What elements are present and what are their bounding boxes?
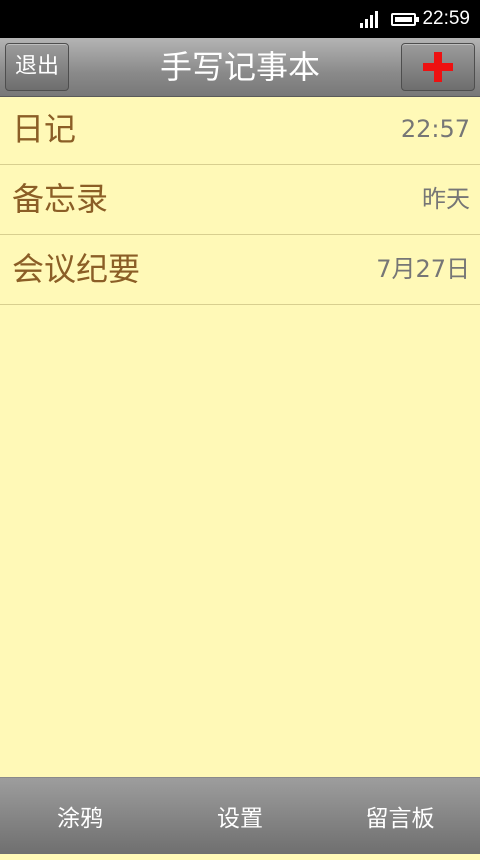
tab-graffiti[interactable]: 涂鸦 <box>0 778 160 854</box>
list-item[interactable]: 会议纪要 7月27日 <box>0 235 480 305</box>
note-time: 昨天 <box>422 185 470 213</box>
exit-button[interactable]: 退出 <box>5 43 69 91</box>
page-title: 手写记事本 <box>159 48 320 86</box>
note-title: 会议纪要 <box>12 250 141 288</box>
note-time: 7月27日 <box>376 255 470 283</box>
status-time: 22:59 <box>422 8 470 29</box>
signal-icon <box>360 10 382 28</box>
list-item[interactable]: 备忘录 昨天 <box>0 165 480 235</box>
note-title: 日记 <box>12 110 77 148</box>
status-bar: 22:59 <box>0 0 480 38</box>
note-list: 日记 22:57 备忘录 昨天 会议纪要 7月27日 <box>0 95 480 305</box>
title-bar: 退出 手写记事本 <box>0 38 480 97</box>
plus-icon <box>423 52 453 82</box>
battery-icon <box>391 12 420 26</box>
bottom-bar: 涂鸦 设置 留言板 <box>0 777 480 854</box>
list-item[interactable]: 日记 22:57 <box>0 95 480 165</box>
tab-settings[interactable]: 设置 <box>160 778 320 854</box>
note-time: 22:57 <box>400 115 470 143</box>
tab-message-board[interactable]: 留言板 <box>320 778 480 854</box>
add-note-button[interactable] <box>401 43 475 91</box>
note-title: 备忘录 <box>12 180 109 218</box>
status-icons: 22:59 <box>360 0 470 38</box>
